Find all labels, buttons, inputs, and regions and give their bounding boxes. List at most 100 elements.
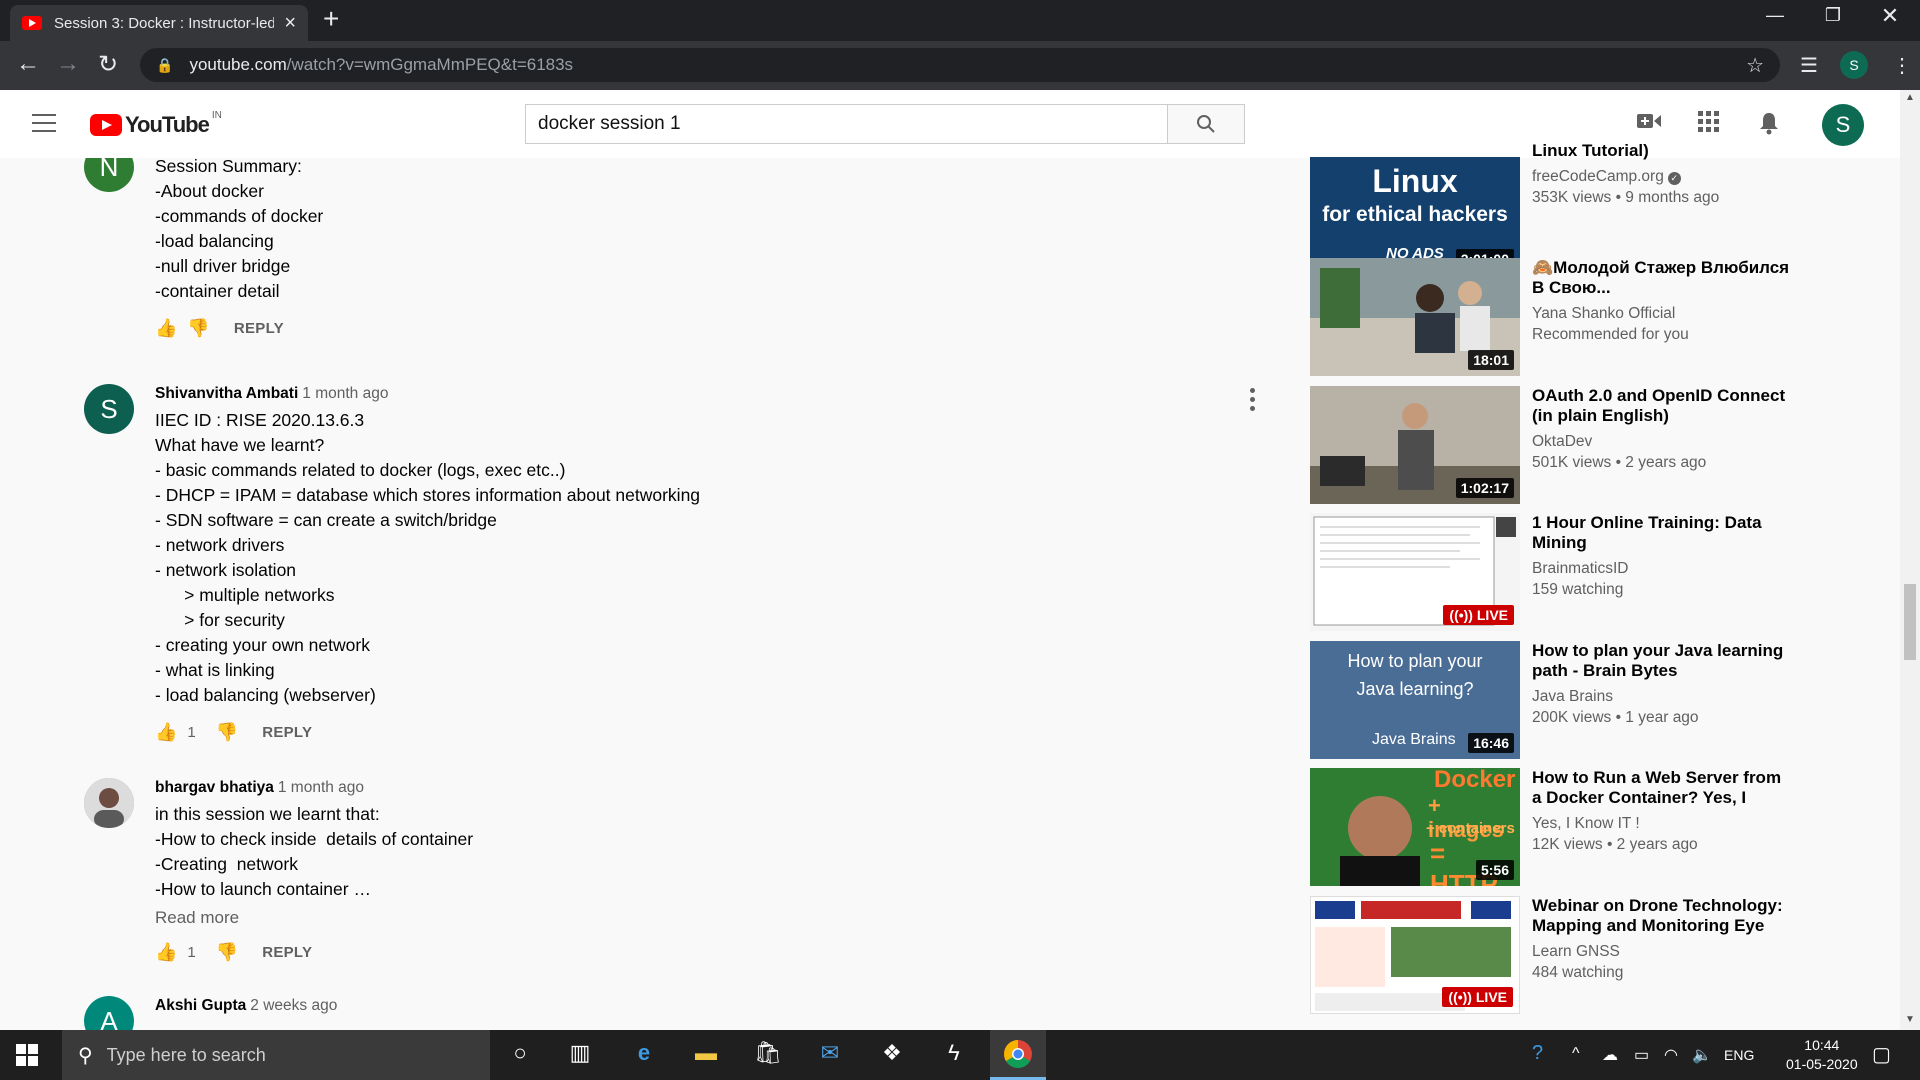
- tab-close-icon[interactable]: ×: [284, 12, 296, 35]
- video-thumbnail[interactable]: 18:01: [1310, 258, 1520, 376]
- video-meta: 501K views • 2 years ago: [1532, 454, 1707, 471]
- comment-avatar[interactable]: S: [84, 384, 134, 434]
- page-scrollbar[interactable]: ▲ ▼: [1900, 90, 1920, 1030]
- minimize-icon[interactable]: —: [1755, 5, 1795, 26]
- dislike-button[interactable]: 👎: [187, 318, 209, 339]
- comment-author[interactable]: Shivanvitha Ambati: [155, 385, 298, 402]
- video-thumbnail[interactable]: ((•)) LIVE: [1310, 513, 1520, 631]
- avatar-initial: N: [99, 158, 119, 182]
- video-meta: 353K views • 9 months ago: [1532, 189, 1720, 206]
- comment-body: Akshi Gupta 2 weeks ago: [155, 996, 1235, 1016]
- new-tab-icon[interactable]: +: [323, 3, 339, 35]
- chrome-taskbar-button[interactable]: [990, 1030, 1046, 1080]
- taskbar-clock[interactable]: 10:44 01-05-2020: [1786, 1036, 1858, 1074]
- reply-button[interactable]: REPLY: [262, 724, 312, 741]
- bookmark-star-icon[interactable]: ☆: [1746, 53, 1764, 78]
- recommendation-item[interactable]: 18:01 🙈Молодой Стажер Влюбился В Свою...…: [1310, 258, 1790, 378]
- video-title[interactable]: 1 Hour Online Training: Data Mining: [1532, 513, 1790, 553]
- close-window-icon[interactable]: ✕: [1870, 3, 1910, 29]
- taskbar-search[interactable]: ⚲ Type here to search: [62, 1030, 490, 1080]
- file-explorer-icon[interactable]: ▬: [686, 1040, 726, 1070]
- battery-icon[interactable]: ▭: [1634, 1045, 1649, 1065]
- browser-profile-avatar[interactable]: S: [1840, 51, 1868, 79]
- address-bar[interactable]: 🔒 youtube.com/watch?v=wmGgmaMmPEQ&t=6183…: [140, 48, 1780, 82]
- recommendation-item[interactable]: ((•)) LIVE Webinar on Drone Technology: …: [1310, 896, 1790, 1016]
- like-button[interactable]: 👍: [155, 942, 177, 963]
- channel-name[interactable]: Java Brains: [1532, 687, 1790, 707]
- like-button[interactable]: 👍: [155, 722, 177, 743]
- reply-button[interactable]: REPLY: [234, 320, 284, 337]
- like-button[interactable]: 👍: [155, 318, 177, 339]
- language-indicator[interactable]: ENG: [1724, 1047, 1754, 1063]
- live-badge: ((•)) LIVE: [1442, 987, 1513, 1007]
- dislike-button[interactable]: 👎: [216, 942, 238, 963]
- comment-time[interactable]: 1 month ago: [278, 779, 364, 796]
- video-title[interactable]: How to plan your Java learning path - Br…: [1532, 641, 1790, 681]
- channel-name[interactable]: BrainmaticsID: [1532, 559, 1790, 579]
- browser-tab[interactable]: Session 3: Docker : Instructor-led ×: [10, 5, 308, 41]
- comment-line: IIEC ID : RISE 2020.13.6.3: [155, 410, 365, 430]
- recommendation-item[interactable]: Docker + images + containers = HTTP 5:56…: [1310, 768, 1790, 888]
- help-icon[interactable]: ?: [1532, 1042, 1543, 1065]
- app-lightning-icon[interactable]: ϟ: [934, 1040, 974, 1070]
- media-queue-icon[interactable]: ☰: [1800, 53, 1818, 78]
- channel-name[interactable]: Learn GNSS: [1532, 942, 1790, 962]
- reload-icon[interactable]: ↻: [92, 50, 124, 79]
- restore-icon[interactable]: ❐: [1813, 5, 1853, 26]
- video-title[interactable]: Linux Tutorial): [1532, 141, 1790, 161]
- scroll-up-icon[interactable]: ▲: [1905, 92, 1915, 103]
- show-hidden-icons-icon[interactable]: ^: [1572, 1045, 1580, 1063]
- action-center-icon[interactable]: ▢: [1872, 1042, 1891, 1067]
- video-title[interactable]: 🙈Молодой Стажер Влюбился В Свою...: [1532, 258, 1790, 298]
- forward-icon[interactable]: →: [52, 50, 84, 78]
- video-thumbnail[interactable]: How to plan your Java learning? Java Bra…: [1310, 641, 1520, 759]
- mail-icon[interactable]: ✉: [810, 1040, 850, 1070]
- reply-button[interactable]: REPLY: [262, 944, 312, 961]
- comment-avatar[interactable]: A: [84, 996, 134, 1030]
- edge-browser-icon[interactable]: e: [624, 1040, 664, 1070]
- video-title[interactable]: OAuth 2.0 and OpenID Connect (in plain E…: [1532, 386, 1790, 426]
- recommendation-item[interactable]: How to plan your Java learning? Java Bra…: [1310, 641, 1790, 761]
- comment-time[interactable]: 1 month ago: [302, 385, 388, 402]
- task-view-icon[interactable]: ▥: [560, 1040, 600, 1070]
- account-avatar[interactable]: S: [1822, 104, 1864, 146]
- recommendation-item[interactable]: ((•)) LIVE 1 Hour Online Training: Data …: [1310, 513, 1790, 633]
- search-button[interactable]: [1166, 104, 1245, 144]
- channel-name[interactable]: Yana Shanko Official: [1532, 304, 1790, 324]
- read-more-link[interactable]: Read more: [155, 908, 1235, 928]
- search-input[interactable]: [525, 104, 1167, 144]
- video-meta: 12K views • 2 years ago: [1532, 836, 1698, 853]
- volume-icon[interactable]: 🔈: [1692, 1045, 1712, 1065]
- video-thumbnail[interactable]: 1:02:17: [1310, 386, 1520, 504]
- scroll-down-icon[interactable]: ▼: [1905, 1014, 1915, 1025]
- cortana-icon[interactable]: ○: [500, 1040, 540, 1070]
- comment-avatar[interactable]: [84, 778, 134, 828]
- video-thumbnail[interactable]: Docker + images + containers = HTTP 5:56: [1310, 768, 1520, 886]
- channel-name[interactable]: Yes, I Know IT !: [1532, 814, 1790, 834]
- back-icon[interactable]: ←: [12, 50, 44, 78]
- comment-author[interactable]: bhargav bhatiya: [155, 779, 274, 796]
- recommendation-item[interactable]: 1:02:17 OAuth 2.0 and OpenID Connect (in…: [1310, 386, 1790, 506]
- comment-author[interactable]: Akshi Gupta: [155, 997, 246, 1014]
- dropbox-icon[interactable]: ❖: [872, 1040, 912, 1070]
- microsoft-store-icon[interactable]: 🛍: [748, 1040, 788, 1070]
- comment-menu-icon[interactable]: [1250, 388, 1258, 415]
- video-thumbnail[interactable]: ((•)) LIVE: [1310, 896, 1520, 1014]
- windows-start-icon[interactable]: [16, 1044, 38, 1066]
- onedrive-cloud-icon[interactable]: ☁: [1602, 1045, 1618, 1065]
- youtube-logo[interactable]: YouTube IN: [90, 110, 222, 138]
- hamburger-menu-icon[interactable]: [32, 114, 56, 132]
- channel-name[interactable]: freeCodeCamp.org ✓: [1532, 167, 1790, 187]
- comment-time[interactable]: 2 weeks ago: [250, 997, 337, 1014]
- channel-name[interactable]: OktaDev: [1532, 432, 1790, 452]
- wifi-icon[interactable]: ◠: [1664, 1045, 1678, 1065]
- video-title[interactable]: Webinar on Drone Technology: Mapping and…: [1532, 896, 1790, 936]
- browser-menu-icon[interactable]: ⋮: [1892, 53, 1912, 78]
- live-badge-text: LIVE: [1475, 989, 1507, 1005]
- video-title[interactable]: How to Run a Web Server from a Docker Co…: [1532, 768, 1790, 808]
- comment-line: > for security: [155, 610, 285, 630]
- recommendations-sidebar: Linux for ethical hackers NO ADS 2:01:00…: [1310, 90, 1790, 1030]
- comment-avatar[interactable]: N: [84, 158, 134, 192]
- dislike-button[interactable]: 👎: [216, 722, 238, 743]
- scrollbar-thumb[interactable]: [1904, 584, 1916, 660]
